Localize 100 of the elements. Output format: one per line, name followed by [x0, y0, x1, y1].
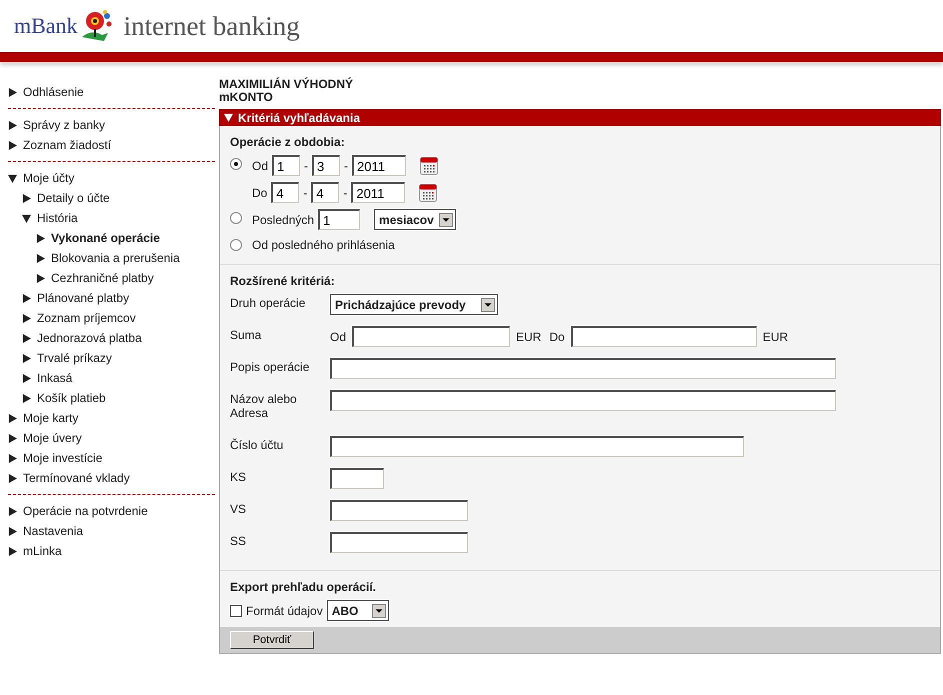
right-triangle-icon	[8, 526, 17, 536]
sidebar-item[interactable]: Moje karty	[8, 408, 215, 428]
radio-button[interactable]	[230, 239, 242, 251]
checkbox-label: Formát údajov	[246, 604, 323, 618]
field-label: KS	[230, 469, 248, 484]
sidebar-item[interactable]: mLinka	[8, 541, 215, 561]
year-field[interactable]: 2011	[351, 182, 406, 203]
section-heading: Export prehľadu operácií.	[230, 580, 376, 594]
submit-button[interactable]: Potvrdiť	[230, 631, 314, 649]
sidebar-item[interactable]: Termínované vklady	[8, 468, 215, 488]
calendar-icon[interactable]	[420, 156, 438, 174]
right-triangle-icon	[8, 414, 17, 422]
sidebar-item[interactable]: Moje účty	[8, 168, 215, 188]
option-label: Posledných	[252, 212, 314, 226]
section-heading: Rozšírené kritériá:	[230, 274, 335, 288]
input-field[interactable]	[330, 390, 836, 411]
from-label: Od	[330, 330, 346, 344]
right-triangle-icon	[8, 546, 17, 556]
count-field[interactable]: 1	[318, 209, 360, 230]
right-triangle-icon	[8, 120, 17, 130]
right-triangle-icon	[22, 194, 31, 202]
option-label: Od posledného prihlásenia	[252, 237, 395, 252]
right-triangle-icon	[22, 294, 31, 302]
right-triangle-icon	[8, 454, 17, 462]
field-label: Suma	[230, 327, 262, 342]
right-triangle-icon	[22, 374, 31, 382]
input-field[interactable]	[330, 500, 468, 521]
month-field[interactable]: 4	[311, 182, 340, 203]
account-name: mKONTO	[219, 91, 274, 104]
right-triangle-icon	[22, 334, 31, 342]
sidebar-item[interactable]: História	[8, 208, 215, 228]
sidebar-item[interactable]: Plánované platby	[8, 288, 215, 308]
sidebar-item[interactable]: Moje úvery	[8, 428, 215, 448]
sidebar-item[interactable]: Zoznam žiadostí	[8, 135, 215, 155]
separator: -	[343, 186, 348, 200]
radio-button[interactable]	[230, 158, 242, 170]
right-triangle-icon	[22, 354, 31, 362]
caret-icon	[439, 212, 454, 226]
sidebar-item[interactable]: Jednorazová platba	[8, 328, 215, 348]
right-triangle-icon	[8, 506, 17, 516]
separator: -	[344, 158, 348, 172]
separator: -	[303, 186, 308, 200]
right-triangle-icon	[22, 394, 31, 402]
dropdown[interactable]: mesiacov	[374, 209, 456, 230]
checkbox[interactable]	[230, 604, 242, 616]
panel-header[interactable]: Kritériá vyhľadávania	[219, 109, 941, 126]
tagline: internet banking	[124, 10, 300, 42]
sidebar-item[interactable]: Odhlásenie	[8, 82, 215, 102]
field-label: SS	[230, 533, 248, 548]
date-label: Od	[252, 158, 268, 172]
calendar-icon[interactable]	[419, 184, 438, 202]
brand-name: mBank	[14, 13, 78, 39]
account-owner: MAXIMILIÁN VÝHODNÝ	[219, 78, 354, 91]
year-field[interactable]: 2011	[352, 155, 406, 176]
day-field[interactable]: 4	[271, 182, 300, 203]
down-triangle-icon	[8, 174, 17, 182]
dropdown[interactable]: ABO	[326, 600, 389, 621]
sidebar-item[interactable]: Košík platieb	[8, 388, 215, 408]
field-label: Názov alebo Adresa	[230, 391, 298, 420]
field-label: VS	[230, 501, 248, 516]
right-triangle-icon	[36, 254, 45, 262]
right-triangle-icon	[22, 314, 31, 322]
sidebar-item[interactable]: Cezhraničné platby	[8, 268, 215, 288]
field-label: Druh operácie	[230, 295, 306, 310]
sidebar-item[interactable]: Moje investície	[8, 448, 215, 468]
caret-icon	[481, 298, 495, 312]
input-field[interactable]	[330, 436, 744, 457]
down-triangle-icon	[224, 113, 233, 122]
sidebar-item[interactable]: Správy z banky	[8, 115, 215, 135]
sidebar-item[interactable]: Vykonané operácie	[8, 228, 215, 248]
caret-icon	[372, 604, 386, 618]
day-field[interactable]: 1	[272, 155, 300, 176]
right-triangle-icon	[8, 474, 17, 482]
input-field[interactable]	[330, 468, 384, 489]
field-label: Popis operácie	[230, 359, 310, 374]
separator: -	[304, 158, 308, 172]
sidebar-item[interactable]: Zoznam príjemcov	[8, 308, 215, 328]
right-triangle-icon	[8, 88, 17, 96]
to-label: Do	[549, 330, 565, 344]
currency-label: EUR	[762, 330, 788, 344]
down-triangle-icon	[22, 214, 31, 222]
section-heading: Operácie z obdobia:	[230, 135, 345, 149]
currency-label: EUR	[516, 330, 542, 344]
radio-button[interactable]	[230, 212, 242, 224]
dropdown[interactable]: Prichádzajúce prevody	[330, 294, 498, 315]
input-field[interactable]	[330, 532, 468, 553]
sidebar-item[interactable]: Nastavenia	[8, 521, 215, 541]
right-triangle-icon	[36, 274, 45, 282]
date-label: Do	[252, 186, 268, 200]
sidebar-item[interactable]: Operácie na potvrdenie	[8, 501, 215, 521]
amount-field[interactable]	[352, 326, 510, 347]
sidebar-item[interactable]: Blokovania a prerušenia	[8, 248, 215, 268]
sidebar-item[interactable]: Detaily o účte	[8, 188, 215, 208]
right-triangle-icon	[8, 434, 17, 442]
amount-field[interactable]	[570, 326, 757, 347]
sidebar-item[interactable]: Inkasá	[8, 368, 215, 388]
sidebar-item[interactable]: Trvalé príkazy	[8, 348, 215, 368]
input-field[interactable]	[330, 358, 836, 379]
right-triangle-icon	[8, 140, 17, 150]
month-field[interactable]: 3	[312, 155, 340, 176]
